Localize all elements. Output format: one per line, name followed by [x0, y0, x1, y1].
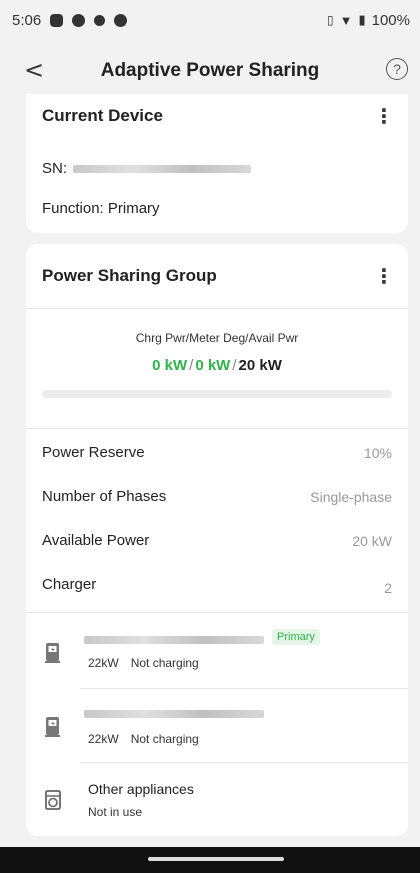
phases-value[interactable]: Single-phase — [310, 489, 392, 505]
other-appliances-status: Not in use — [88, 805, 143, 819]
status-bar: 5:06 ▯ ▼ ▮ 100% — [0, 0, 420, 40]
serial-number-redacted — [73, 165, 252, 174]
more-options-icon[interactable]: ⋮ — [374, 266, 394, 286]
help-icon[interactable]: ? — [386, 58, 408, 80]
device-name-redacted — [84, 636, 264, 644]
device-details: 22kW Not charging — [88, 732, 199, 746]
status-time: 5:06 — [12, 11, 42, 29]
battery-level: 100% — [371, 11, 410, 29]
more-options-icon[interactable]: ⋮ — [374, 106, 394, 126]
divider — [26, 308, 408, 309]
primary-badge: Primary — [272, 629, 320, 645]
device-name-redacted — [84, 710, 264, 718]
device-power: 22kW — [88, 656, 119, 670]
current-device-card: Current Device ⋮ SN: Function: Primary — [26, 94, 408, 233]
phases-label: Number of Phases — [42, 488, 167, 505]
vibrate-icon: ▯ — [326, 13, 334, 27]
divider — [80, 688, 408, 689]
charger-icon — [45, 643, 60, 663]
current-device-title: Current Device — [42, 106, 163, 125]
group-title: Power Sharing Group — [42, 266, 217, 285]
divider — [80, 762, 408, 763]
function-text: Function: Primary — [42, 200, 160, 217]
serial-number-row: SN: — [42, 160, 252, 177]
other-appliances-name: Other appliances — [88, 781, 194, 797]
washing-machine-icon — [45, 790, 61, 810]
app-notification-icon — [50, 13, 64, 27]
device-status: Not charging — [130, 732, 199, 746]
divider — [26, 428, 408, 429]
power-reserve-label: Power Reserve — [42, 444, 145, 461]
available-power-label: Available Power — [42, 532, 150, 549]
available-power-setting-value[interactable]: 20 kW — [352, 533, 392, 549]
app-header: < Adaptive Power Sharing ? — [0, 48, 420, 94]
meter-degree-value: 0 kW — [195, 357, 231, 374]
back-icon[interactable]: < — [24, 56, 44, 84]
power-summary-label: Chrg Pwr/Meter Deg/Avail Pwr — [135, 331, 299, 345]
separator: / — [189, 357, 194, 374]
notification-icon — [94, 14, 106, 26]
power-summary-values: 0 kW/0 kW/20 kW — [26, 357, 408, 374]
separator: / — [232, 357, 237, 374]
battery-icon: ▮ — [358, 12, 366, 27]
divider — [26, 612, 408, 613]
device-power: 22kW — [88, 732, 119, 746]
power-reserve-value[interactable]: 10% — [364, 445, 392, 461]
system-nav-bar — [0, 847, 420, 873]
available-power-value: 20 kW — [238, 357, 282, 374]
device-details: 22kW Not charging — [88, 656, 199, 670]
page-title: Adaptive Power Sharing — [100, 60, 320, 81]
device-status: Not charging — [130, 656, 199, 670]
charger-icon — [45, 717, 60, 737]
notification-dot-icon — [114, 13, 128, 27]
power-progress-bar — [42, 390, 392, 398]
power-sharing-group-card: Power Sharing Group ⋮ Chrg Pwr/Meter Deg… — [26, 244, 408, 836]
charging-power-value: 0 kW — [152, 357, 188, 374]
serial-number-label: SN: — [42, 160, 68, 177]
wifi-icon: ▼ — [339, 12, 353, 28]
home-handle[interactable] — [148, 857, 284, 861]
notification-icon — [72, 13, 86, 27]
charger-count: 2 — [384, 580, 392, 596]
charger-label: Charger — [42, 576, 97, 593]
